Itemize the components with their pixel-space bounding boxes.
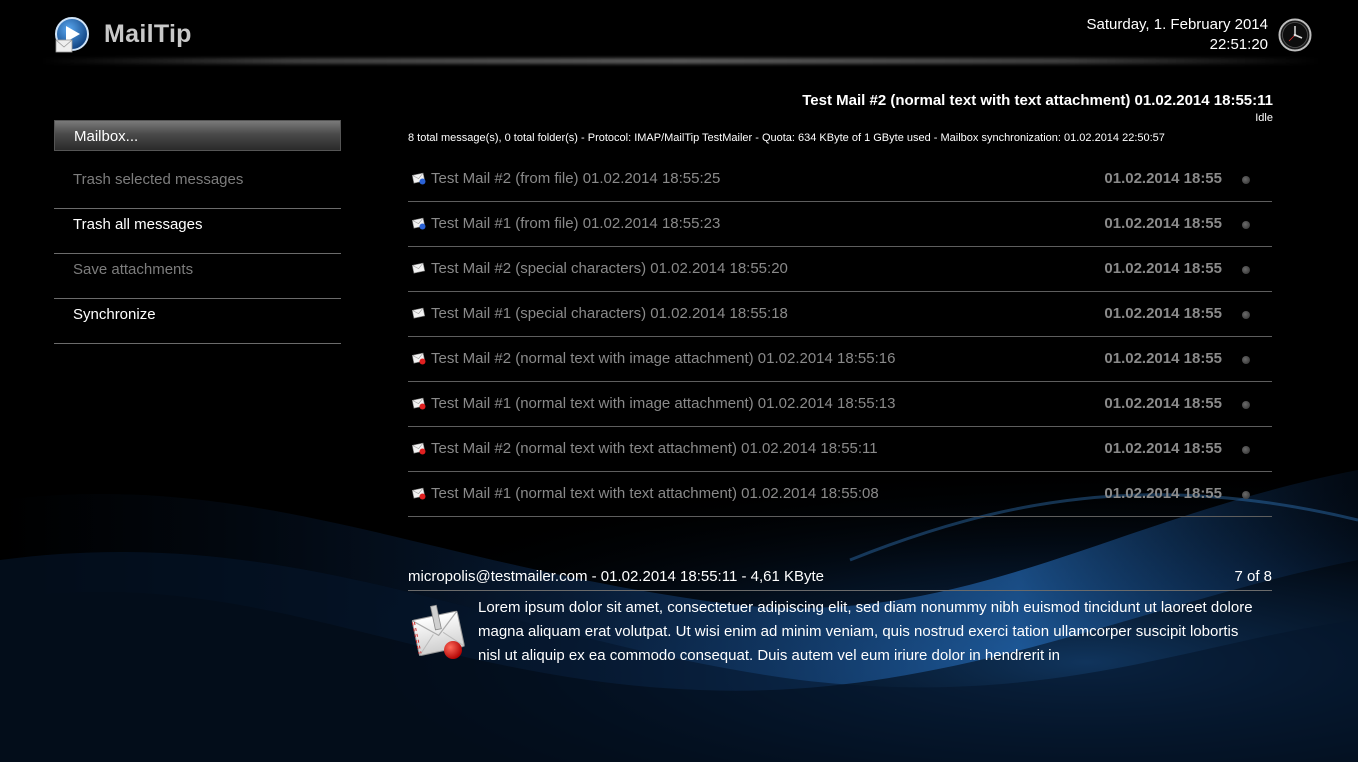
envelope-red-icon <box>411 397 426 410</box>
message-subject: Test Mail #1 (normal text with text atta… <box>431 485 879 502</box>
sidebar-item-label: Save attachments <box>73 261 194 278</box>
message-row[interactable]: Test Mail #2 (normal text with text atta… <box>408 428 1272 472</box>
selected-message-title: Test Mail #2 (normal text with text atta… <box>802 92 1273 109</box>
message-subject: Test Mail #2 (special characters) 01.02.… <box>431 260 788 277</box>
read-status-dot-icon <box>1242 311 1250 319</box>
sidebar-item-label: Synchronize <box>73 306 156 323</box>
message-list: Test Mail #2 (from file) 01.02.2014 18:5… <box>408 158 1272 518</box>
message-date: 01.02.2014 18:55 <box>1104 305 1222 322</box>
envelope-attachment-icon <box>411 604 465 659</box>
preview-sender-info: micropolis@testmailer.com - 01.02.2014 1… <box>408 568 824 585</box>
read-status-dot-icon <box>1242 266 1250 274</box>
envelope-blue-icon <box>411 217 426 230</box>
read-status-dot-icon <box>1242 401 1250 409</box>
preview-header: micropolis@testmailer.com - 01.02.2014 1… <box>408 566 1272 591</box>
current-date: Saturday, 1. February 2014 <box>1086 16 1269 33</box>
envelope-red-icon <box>411 487 426 500</box>
message-subject: Test Mail #2 (from file) 01.02.2014 18:5… <box>431 170 721 187</box>
message-date: 01.02.2014 18:55 <box>1104 395 1222 412</box>
message-subject: Test Mail #1 (from file) 01.02.2014 18:5… <box>431 215 721 232</box>
envelope-red-icon <box>411 352 426 365</box>
read-status-dot-icon <box>1242 356 1250 364</box>
message-subject: Test Mail #2 (normal text with image att… <box>431 350 896 367</box>
message-date: 01.02.2014 18:55 <box>1104 215 1222 232</box>
message-date: 01.02.2014 18:55 <box>1104 260 1222 277</box>
message-subject: Test Mail #2 (normal text with text atta… <box>431 440 878 457</box>
sidebar-menu: Mailbox... Trash selected messages Trash… <box>54 120 341 344</box>
header-divider <box>40 58 1320 64</box>
message-row[interactable]: Test Mail #2 (normal text with image att… <box>408 338 1272 382</box>
message-row[interactable]: Test Mail #1 (normal text with text atta… <box>408 473 1272 517</box>
message-row[interactable]: Test Mail #1 (special characters) 01.02.… <box>408 293 1272 337</box>
message-date: 01.02.2014 18:55 <box>1104 170 1222 187</box>
page-counter: 7 of 8 <box>1234 568 1272 585</box>
read-status-dot-icon <box>1242 221 1250 229</box>
sidebar-item-save-attachments[interactable]: Save attachments <box>54 255 341 299</box>
message-date: 01.02.2014 18:55 <box>1104 440 1222 457</box>
sidebar-item-trash-all[interactable]: Trash all messages <box>54 210 341 254</box>
message-date: 01.02.2014 18:55 <box>1104 350 1222 367</box>
mailtip-logo-icon <box>55 17 89 53</box>
sidebar-item-label: Trash selected messages <box>73 171 244 188</box>
app-title: MailTip <box>104 20 192 48</box>
envelope-icon <box>411 307 426 319</box>
envelope-icon <box>411 262 426 274</box>
sidebar-item-synchronize[interactable]: Synchronize <box>54 300 341 344</box>
current-time: 22:51:20 <box>1209 36 1268 53</box>
read-status-dot-icon <box>1242 176 1250 184</box>
envelope-blue-icon <box>411 172 426 185</box>
read-status-dot-icon <box>1242 491 1250 499</box>
sidebar-item-trash-selected[interactable]: Trash selected messages <box>54 165 341 209</box>
message-row[interactable]: Test Mail #1 (from file) 01.02.2014 18:5… <box>408 203 1272 247</box>
preview-body-text: Lorem ipsum dolor sit amet, consectetuer… <box>478 599 1253 664</box>
status-text: Idle <box>1255 112 1273 124</box>
header: MailTip Saturday, 1. February 2014 22:51… <box>0 0 1358 70</box>
message-row[interactable]: Test Mail #2 (special characters) 01.02.… <box>408 248 1272 292</box>
message-row[interactable]: Test Mail #1 (normal text with image att… <box>408 383 1272 427</box>
clock-icon <box>1278 18 1312 52</box>
sidebar-item-label: Trash all messages <box>73 216 203 233</box>
envelope-red-icon <box>411 442 426 455</box>
read-status-dot-icon <box>1242 446 1250 454</box>
message-subject: Test Mail #1 (normal text with image att… <box>431 395 896 412</box>
message-date: 01.02.2014 18:55 <box>1104 485 1222 502</box>
message-subject: Test Mail #1 (special characters) 01.02.… <box>431 305 788 322</box>
message-row[interactable]: Test Mail #2 (from file) 01.02.2014 18:5… <box>408 158 1272 202</box>
sidebar-item-label: Mailbox... <box>74 128 139 145</box>
sidebar-item-mailbox[interactable]: Mailbox... <box>54 120 341 151</box>
mailbox-info: 8 total message(s), 0 total folder(s) - … <box>408 132 1165 144</box>
